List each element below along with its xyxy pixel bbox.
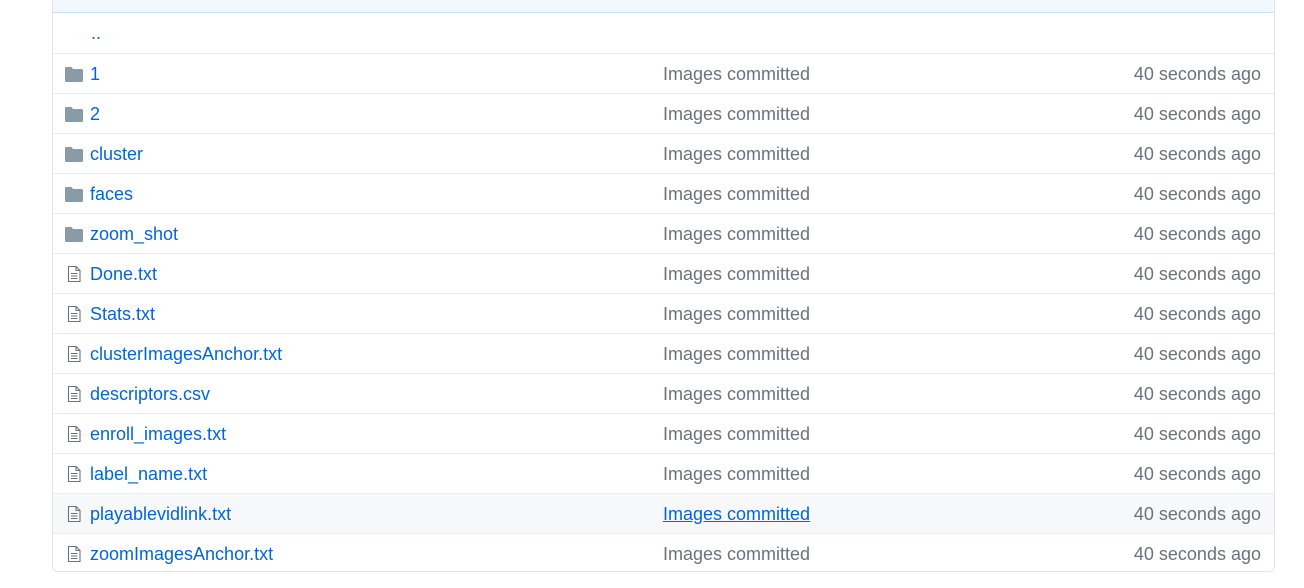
commit-age: 40 seconds ago (1133, 544, 1261, 564)
folder-name-link[interactable]: 2 (90, 94, 100, 134)
file-icon (65, 545, 83, 563)
commit-age: 40 seconds ago (1133, 424, 1261, 444)
file-name-link[interactable]: playablevidlink.txt (90, 494, 231, 534)
commit-message-link[interactable]: Images committed (663, 94, 810, 134)
parent-directory-row[interactable]: .. (53, 13, 1274, 53)
file-row[interactable]: zoomImagesAnchor.txt Images committed 40 s… (53, 533, 1274, 571)
folder-icon (65, 146, 83, 162)
commit-message-link[interactable]: Images committed (663, 54, 810, 94)
commit-message-link[interactable]: Images committed (663, 534, 810, 571)
file-name-link[interactable]: zoomImagesAnchor.txt (90, 534, 273, 571)
file-row[interactable]: enroll_images.txt Images committed 40 seco… (53, 413, 1274, 453)
commit-age: 40 seconds ago (1133, 264, 1261, 284)
folder-row[interactable]: faces Images committed 40 seconds ago (53, 173, 1274, 213)
commit-age: 40 seconds ago (1133, 304, 1261, 324)
parent-directory-link[interactable]: .. (91, 13, 101, 53)
folder-icon (65, 226, 83, 242)
file-row[interactable]: playablevidlink.txt Images committed 40 se… (53, 493, 1274, 533)
commit-message-link[interactable]: Images committed (663, 214, 810, 254)
file-row[interactable]: label_name.txt Images committed 40 seconds… (53, 453, 1274, 493)
commit-message-link[interactable]: Images committed (663, 254, 810, 294)
folder-icon (65, 66, 83, 82)
commit-age: 40 seconds ago (1133, 504, 1261, 524)
file-icon (65, 265, 83, 283)
file-icon (65, 345, 83, 363)
file-name-link[interactable]: label_name.txt (90, 454, 207, 494)
commit-message-link[interactable]: Images committed (663, 374, 810, 414)
file-row[interactable]: clusterImagesAnchor.txt Images committed 4… (53, 333, 1274, 373)
file-name-link[interactable]: enroll_images.txt (90, 414, 226, 454)
file-icon (65, 425, 83, 443)
folder-row[interactable]: cluster Images committed 40 seconds ago (53, 133, 1274, 173)
folder-icon (65, 106, 83, 122)
folder-name-link[interactable]: cluster (90, 134, 143, 174)
commit-age: 40 seconds ago (1133, 224, 1261, 244)
folder-row[interactable]: zoom_shot Images committed 40 seconds ago (53, 213, 1274, 253)
table-header (53, 0, 1274, 13)
folder-name-link[interactable]: zoom_shot (90, 214, 178, 254)
file-icon (65, 305, 83, 323)
file-name-link[interactable]: Done.txt (90, 254, 157, 294)
file-row[interactable]: Done.txt Images committed 40 seconds ago (53, 253, 1274, 293)
commit-age: 40 seconds ago (1133, 384, 1261, 404)
file-icon (65, 385, 83, 403)
folder-icon (65, 186, 83, 202)
file-name-link[interactable]: clusterImagesAnchor.txt (90, 334, 282, 374)
commit-message-link[interactable]: Images committed (663, 494, 810, 534)
commit-message-link[interactable]: Images committed (663, 294, 810, 334)
file-icon (65, 505, 83, 523)
folder-row[interactable]: 2 Images committed 40 seconds ago (53, 93, 1274, 133)
commit-message-link[interactable]: Images committed (663, 134, 810, 174)
file-row[interactable]: Stats.txt Images committed 40 seconds ago (53, 293, 1274, 333)
folder-name-link[interactable]: faces (90, 174, 133, 214)
folder-name-link[interactable]: 1 (90, 54, 100, 94)
commit-age: 40 seconds ago (1133, 184, 1261, 204)
file-row[interactable]: descriptors.csv Images committed 40 second… (53, 373, 1274, 413)
file-list-table: .. 1 Images committed 40 seconds ago 2 Image… (52, 0, 1275, 572)
commit-age: 40 seconds ago (1133, 104, 1261, 124)
commit-age: 40 seconds ago (1133, 144, 1261, 164)
commit-message-link[interactable]: Images committed (663, 454, 810, 494)
file-name-link[interactable]: descriptors.csv (90, 374, 210, 414)
file-name-link[interactable]: Stats.txt (90, 294, 155, 334)
commit-age: 40 seconds ago (1133, 464, 1261, 484)
folder-row[interactable]: 1 Images committed 40 seconds ago (53, 53, 1274, 93)
commit-message-link[interactable]: Images committed (663, 174, 810, 214)
commit-message-link[interactable]: Images committed (663, 334, 810, 374)
commit-age: 40 seconds ago (1133, 64, 1261, 84)
commit-age: 40 seconds ago (1133, 344, 1261, 364)
file-icon (65, 465, 83, 483)
commit-message-link[interactable]: Images committed (663, 414, 810, 454)
